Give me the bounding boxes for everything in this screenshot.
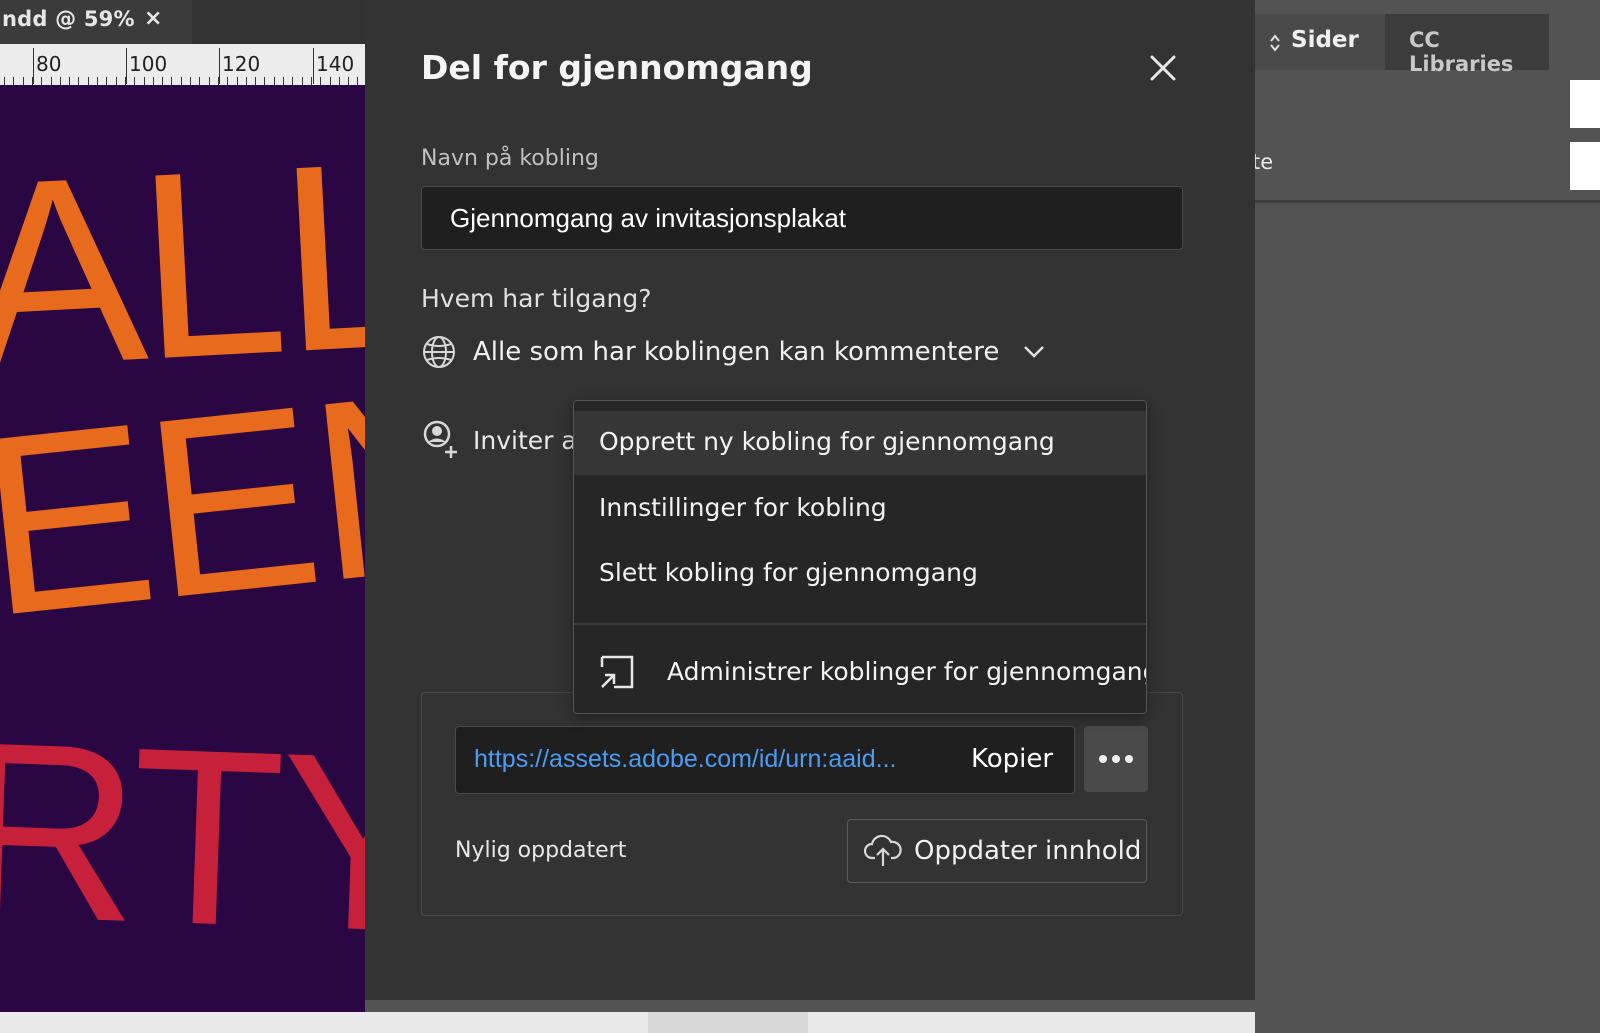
- ruler-minor-tick: [51, 77, 52, 85]
- ruler-minor-tick: [264, 77, 265, 85]
- ruler-minor-tick: [302, 77, 303, 85]
- cloud-upload-icon: [864, 834, 902, 866]
- ruler-minor-tick: [274, 77, 275, 85]
- ruler-minor-tick: [144, 77, 145, 85]
- ruler-minor-tick: [237, 77, 238, 85]
- ruler-major-tick: [33, 48, 34, 84]
- ruler-minor-tick: [227, 77, 228, 85]
- tab-bar: [192, 0, 365, 44]
- updown-arrows-icon: [1270, 34, 1280, 52]
- ruler-minor-tick: [13, 77, 14, 85]
- link-name-input[interactable]: [421, 186, 1183, 250]
- ruler-minor-tick: [311, 77, 312, 85]
- ruler-minor-tick: [134, 77, 135, 85]
- ruler-minor-tick: [116, 77, 117, 85]
- ruler-minor-tick: [69, 77, 70, 85]
- ruler-minor-tick: [162, 77, 163, 85]
- link-options-menu: Opprett ny kobling for gjennomgang Innst…: [573, 400, 1147, 714]
- access-dropdown[interactable]: Alle som har koblingen kan kommentere: [421, 330, 1045, 374]
- tab-sider-label: Sider: [1291, 27, 1359, 53]
- artwork-word-2: EEN: [0, 333, 365, 671]
- ruler-major-tick: [313, 48, 314, 84]
- ruler-minor-tick: [78, 77, 79, 85]
- globe-icon: [423, 336, 455, 368]
- copy-button[interactable]: Kopier: [971, 744, 1053, 774]
- ruler-minor-tick: [153, 77, 154, 85]
- ruler-minor-tick: [292, 77, 293, 85]
- more-icon: [1099, 755, 1133, 763]
- menu-item-manage-links[interactable]: Administrer koblinger for gjennomgang: [574, 641, 1146, 705]
- tab-cc-libraries[interactable]: CC Libraries: [1385, 14, 1549, 76]
- menu-item-label: Slett kobling for gjennomgang: [599, 558, 978, 587]
- ruler-minor-tick: [181, 77, 182, 85]
- ruler-minor-tick: [246, 77, 247, 85]
- document-tab[interactable]: ndd @ 59% ×: [0, 0, 192, 44]
- panel-swatch[interactable]: [1570, 80, 1600, 128]
- close-button[interactable]: [1143, 48, 1183, 88]
- link-name-label: Navn på kobling: [421, 146, 599, 171]
- ruler-minor-tick: [88, 77, 89, 85]
- ruler-minor-tick: [357, 77, 358, 85]
- access-label: Hvem har tilgang?: [421, 284, 652, 313]
- menu-item-create-new-link[interactable]: Opprett ny kobling for gjennomgang: [574, 411, 1146, 475]
- add-person-icon: [423, 420, 457, 458]
- ruler-minor-tick: [60, 77, 61, 85]
- dialog-title: Del for gjennomgang: [421, 48, 813, 87]
- panel-partial-text: te: [1252, 150, 1274, 174]
- ruler-minor-tick: [23, 77, 24, 85]
- ruler-minor-tick: [330, 77, 331, 85]
- access-value: Alle som har koblingen kan kommentere: [473, 337, 1000, 367]
- tab-sider[interactable]: Sider: [1255, 14, 1385, 70]
- ruler-label: 140: [316, 52, 355, 76]
- ruler-label: 100: [129, 52, 168, 76]
- ruler-major-tick: [126, 48, 127, 84]
- update-content-button[interactable]: Oppdater innhold: [847, 819, 1147, 883]
- ruler-minor-tick: [41, 77, 42, 85]
- panel-divider: [1255, 200, 1600, 203]
- ruler-minor-tick: [320, 77, 321, 85]
- ruler-minor-tick: [190, 77, 191, 85]
- ruler-label: 80: [36, 52, 62, 76]
- menu-item-delete-link[interactable]: Slett kobling for gjennomgang: [574, 542, 1146, 606]
- ruler-minor-tick: [255, 77, 256, 85]
- menu-item-link-settings[interactable]: Innstillinger for kobling: [574, 477, 1146, 541]
- document-tab-close-icon[interactable]: ×: [144, 6, 162, 31]
- ruler-minor-tick: [218, 77, 219, 85]
- document-canvas[interactable]: ALLO EEN RTY: [0, 85, 365, 1012]
- recently-updated-label: Nylig oppdatert: [455, 838, 627, 863]
- ruler-minor-tick: [106, 77, 107, 85]
- link-field[interactable]: https://assets.adobe.com/id/urn:aaid... …: [455, 726, 1075, 794]
- menu-item-label: Administrer koblinger for gjennomgang: [667, 657, 1147, 686]
- update-content-label: Oppdater innhold: [914, 836, 1142, 866]
- artwork-word-3: RTY: [0, 688, 365, 985]
- panel-swatch[interactable]: [1570, 142, 1600, 190]
- chevron-down-icon: [1024, 346, 1045, 358]
- menu-item-label: Opprett ny kobling for gjennomgang: [599, 427, 1055, 456]
- ruler-minor-tick: [283, 77, 284, 85]
- ruler-label: 120: [222, 52, 261, 76]
- ruler-minor-tick: [4, 77, 5, 85]
- close-icon: [1150, 55, 1176, 81]
- ruler-minor-tick: [32, 77, 33, 85]
- ruler-minor-tick: [339, 77, 340, 85]
- menu-divider: [574, 623, 1146, 625]
- ruler-major-tick: [219, 48, 220, 84]
- ruler-minor-tick: [97, 77, 98, 85]
- ruler-minor-tick: [199, 77, 200, 85]
- menu-item-label: Innstillinger for kobling: [599, 493, 887, 522]
- link-url[interactable]: https://assets.adobe.com/id/urn:aaid...: [474, 745, 896, 774]
- document-tab-title: ndd @ 59%: [2, 7, 135, 31]
- ruler-minor-tick: [348, 77, 349, 85]
- more-options-button[interactable]: [1084, 726, 1148, 792]
- ruler-minor-tick: [171, 77, 172, 85]
- manage-links-icon: [600, 655, 634, 689]
- tab-cc-libraries-label: CC Libraries: [1409, 28, 1514, 76]
- right-panel: [1255, 0, 1600, 1033]
- horizontal-ruler: 80 100 120 140: [0, 44, 365, 85]
- ruler-minor-tick: [209, 77, 210, 85]
- ruler-minor-tick: [125, 77, 126, 85]
